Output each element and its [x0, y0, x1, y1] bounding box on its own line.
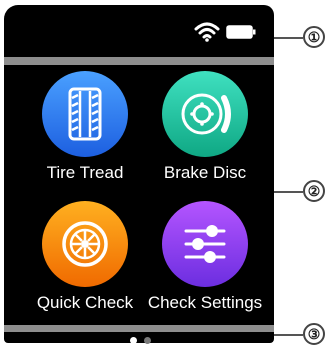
app-check-settings[interactable]: Check Settings — [142, 201, 272, 331]
app-label: Check Settings — [147, 293, 263, 312]
callout-line-3 — [274, 334, 303, 336]
wheel-icon — [42, 201, 128, 287]
status-bar — [4, 5, 274, 57]
app-label: Brake Disc — [163, 163, 247, 182]
tire-tread-icon — [42, 71, 128, 157]
status-divider — [4, 57, 274, 65]
page-dot[interactable] — [144, 337, 151, 344]
page-divider — [4, 325, 274, 332]
callout-line-2 — [274, 191, 303, 193]
page-dot-active[interactable] — [130, 337, 137, 344]
wifi-icon — [194, 22, 220, 42]
device-screen: Tire Tread Brake Disc Quick Check Check … — [4, 5, 274, 344]
callout-1: ① — [303, 26, 325, 48]
brake-disc-icon — [162, 71, 248, 157]
page-indicator[interactable] — [4, 332, 274, 348]
sliders-icon — [162, 201, 248, 287]
callout-line-1 — [274, 37, 303, 39]
callout-3: ③ — [303, 323, 325, 345]
app-brake-disc[interactable]: Brake Disc — [142, 71, 272, 201]
battery-icon — [226, 25, 256, 39]
callout-2: ② — [303, 180, 325, 202]
